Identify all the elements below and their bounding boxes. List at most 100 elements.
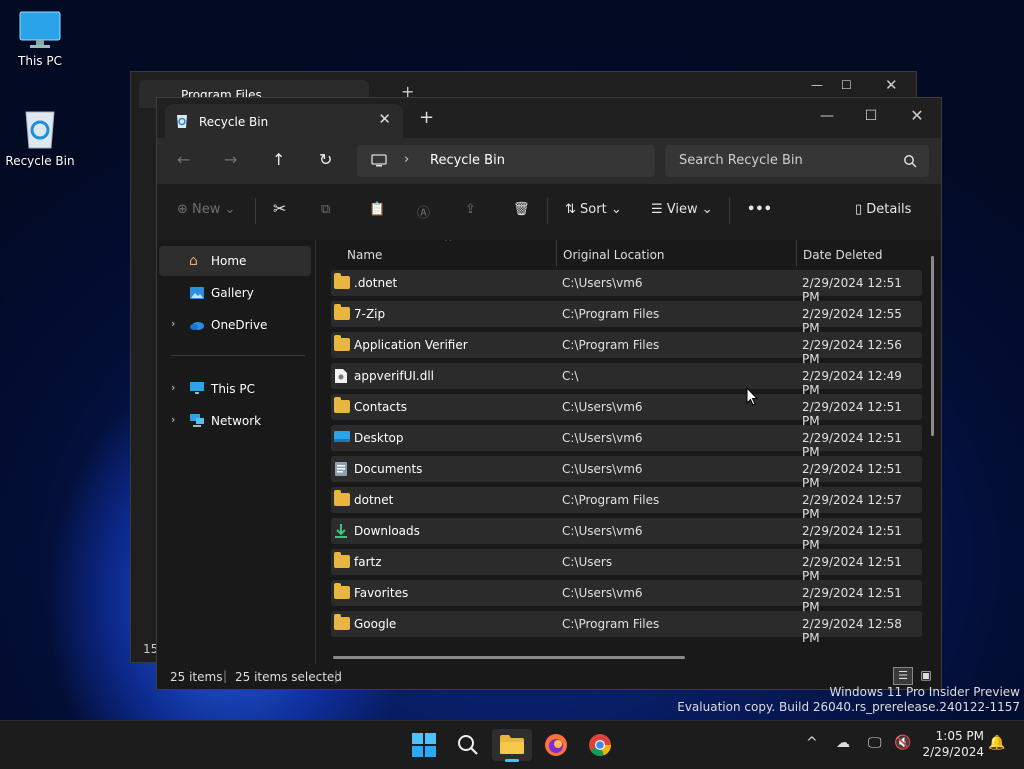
search-input[interactable]: Search Recycle Bin — [679, 153, 803, 168]
nav-item-network[interactable]: › Network — [159, 406, 311, 436]
table-row[interactable]: Desktop C:\Users\vm6 2/29/2024 12:51 PM — [331, 425, 922, 459]
copy-icon[interactable]: ⧉ — [321, 202, 330, 217]
folder-icon — [334, 490, 350, 508]
firefox-taskbar-button[interactable] — [536, 729, 576, 761]
file-name: Desktop — [354, 431, 404, 445]
back-maximize-button[interactable]: ☐ — [841, 78, 852, 92]
table-row[interactable]: appverifUI.dll C:\ 2/29/2024 12:49 PM — [331, 363, 922, 397]
forward-arrow-icon[interactable]: → — [224, 150, 237, 169]
divider — [255, 198, 256, 224]
close-button[interactable]: ✕ — [895, 102, 939, 130]
watermark-line: Evaluation copy. Build 26040.rs_prerelea… — [677, 700, 1020, 714]
nav-item-home[interactable]: ⌂ Home — [159, 246, 311, 276]
divider — [171, 355, 305, 356]
onedrive-offline-icon[interactable]: ☁ — [836, 735, 850, 751]
view-button[interactable]: ☰ View ⌄ — [651, 202, 713, 217]
new-tab-button[interactable]: + — [419, 107, 434, 128]
volume-muted-icon[interactable]: 🔇 — [894, 735, 911, 751]
desktop-icon-this-pc[interactable]: This PC — [0, 10, 80, 68]
monitor-icon — [19, 11, 61, 48]
selected-count: 25 items selected — [235, 670, 342, 684]
notification-bell-icon[interactable]: 🔔 — [988, 735, 1005, 751]
chevron-right-icon[interactable]: › — [171, 317, 175, 330]
nav-item-gallery[interactable]: Gallery — [159, 278, 311, 308]
back-minimize-button[interactable]: — — [811, 78, 823, 92]
clock[interactable]: 1:05 PM 2/29/2024 — [920, 728, 984, 760]
table-row[interactable]: fartz C:\Users 2/29/2024 12:51 PM — [331, 549, 922, 583]
file-explorer-taskbar-button[interactable] — [492, 729, 532, 762]
sort-button[interactable]: ⇅ Sort ⌄ — [565, 202, 622, 217]
divider — [729, 198, 730, 224]
tab-recycle-bin[interactable]: Recycle Bin ✕ — [165, 104, 403, 138]
folder-icon — [334, 583, 350, 601]
minimize-button[interactable]: — — [805, 102, 849, 130]
paste-icon[interactable]: 📋 — [369, 202, 385, 217]
new-button[interactable]: ⊕ New ⌄ — [177, 202, 235, 217]
chevron-right-icon[interactable]: › — [171, 413, 175, 426]
desktop-icon-recycle-bin[interactable]: Recycle Bin — [0, 106, 80, 168]
chevron-up-icon[interactable]: ^ — [806, 735, 818, 751]
explorer-window-recycle-bin[interactable]: Recycle Bin ✕ + — ☐ ✕ ← → ↑ ↻ › Recycle … — [156, 97, 942, 690]
chrome-taskbar-button[interactable] — [580, 729, 620, 761]
up-arrow-icon[interactable]: ↑ — [272, 150, 285, 169]
tiles-view-icon[interactable]: ▣ — [917, 667, 935, 683]
original-location: C:\Users\vm6 — [562, 524, 643, 538]
search-box[interactable]: Search Recycle Bin — [665, 145, 929, 177]
breadcrumb[interactable]: › Recycle Bin — [357, 145, 655, 177]
table-row[interactable]: Favorites C:\Users\vm6 2/29/2024 12:51 PM — [331, 580, 922, 614]
refresh-icon[interactable]: ↻ — [319, 150, 332, 169]
maximize-button[interactable]: ☐ — [849, 102, 893, 130]
date-deleted: 2/29/2024 12:57 PM — [802, 493, 902, 521]
back-arrow-icon[interactable]: ← — [177, 150, 190, 169]
table-row[interactable]: .dotnet C:\Users\vm6 2/29/2024 12:51 PM — [331, 270, 922, 304]
chevron-right-icon[interactable]: › — [171, 381, 175, 394]
more-options-icon[interactable]: ••• — [747, 202, 772, 217]
date-deleted: 2/29/2024 12:51 PM — [802, 555, 902, 583]
table-row[interactable]: dotnet C:\Program Files 2/29/2024 12:57 PM — [331, 487, 922, 521]
details-view-icon[interactable]: ☰ — [893, 667, 913, 685]
monitor-icon — [371, 154, 387, 167]
network-status-icon[interactable]: 🖵 — [868, 735, 882, 751]
horizontal-scrollbar[interactable] — [333, 656, 685, 659]
table-row[interactable]: 7-Zip C:\Program Files 2/29/2024 12:55 PM — [331, 301, 922, 335]
column-header-original-location[interactable]: Original Location — [557, 240, 795, 268]
table-row[interactable]: Downloads C:\Users\vm6 2/29/2024 12:51 PM — [331, 518, 922, 552]
delete-icon[interactable]: 🗑 — [513, 202, 530, 217]
start-button[interactable] — [404, 729, 444, 761]
search-button[interactable] — [448, 729, 488, 761]
back-close-button[interactable]: ✕ — [885, 76, 898, 94]
breadcrumb-item[interactable]: Recycle Bin — [430, 153, 505, 168]
nav-item-label: This PC — [211, 382, 255, 396]
column-header-date-deleted[interactable]: Date Deleted — [797, 240, 937, 268]
nav-item-onedrive[interactable]: › OneDrive — [159, 310, 311, 340]
tab-close-icon[interactable]: ✕ — [378, 110, 391, 128]
watermark: Windows 11 Pro Insider Preview Evaluatio… — [677, 685, 1020, 715]
original-location: C:\Users\vm6 — [562, 431, 643, 445]
table-row[interactable]: Contacts C:\Users\vm6 2/29/2024 12:51 PM — [331, 394, 922, 428]
table-row[interactable]: Documents C:\Users\vm6 2/29/2024 12:51 PM — [331, 456, 922, 490]
column-header-name[interactable]: Name ^ — [316, 240, 554, 268]
file-name: 7-Zip — [354, 307, 386, 321]
cut-icon[interactable]: ✂ — [273, 199, 286, 218]
chevron-right-icon: › — [404, 152, 410, 167]
original-location: C:\Program Files — [562, 493, 660, 507]
search-icon — [904, 155, 917, 168]
original-location: C:\Users\vm6 — [562, 462, 643, 476]
nav-item-this-pc[interactable]: › This PC — [159, 374, 311, 404]
date-deleted: 2/29/2024 12:51 PM — [802, 431, 902, 459]
desktop-icon-label: This PC — [18, 54, 62, 68]
nav-item-label: Network — [211, 414, 262, 428]
date-deleted: 2/29/2024 12:51 PM — [802, 400, 902, 428]
rename-icon[interactable]: Ⓐ — [417, 202, 430, 221]
watermark-line: Windows 11 Pro Insider Preview — [829, 685, 1020, 699]
vertical-scrollbar[interactable] — [931, 256, 934, 436]
file-name: dotnet — [354, 493, 394, 507]
share-icon[interactable]: ⇪ — [465, 202, 476, 217]
desktop-icon-label: Recycle Bin — [5, 154, 75, 168]
folder-icon — [334, 304, 350, 322]
details-pane-button[interactable]: ▯ Details — [855, 202, 911, 217]
windows-logo-icon — [412, 733, 436, 757]
clock-date: 2/29/2024 — [922, 745, 984, 759]
table-row[interactable]: Application Verifier C:\Program Files 2/29… — [331, 332, 922, 366]
table-row[interactable]: Google C:\Program Files 2/29/2024 12:58 PM — [331, 611, 922, 645]
